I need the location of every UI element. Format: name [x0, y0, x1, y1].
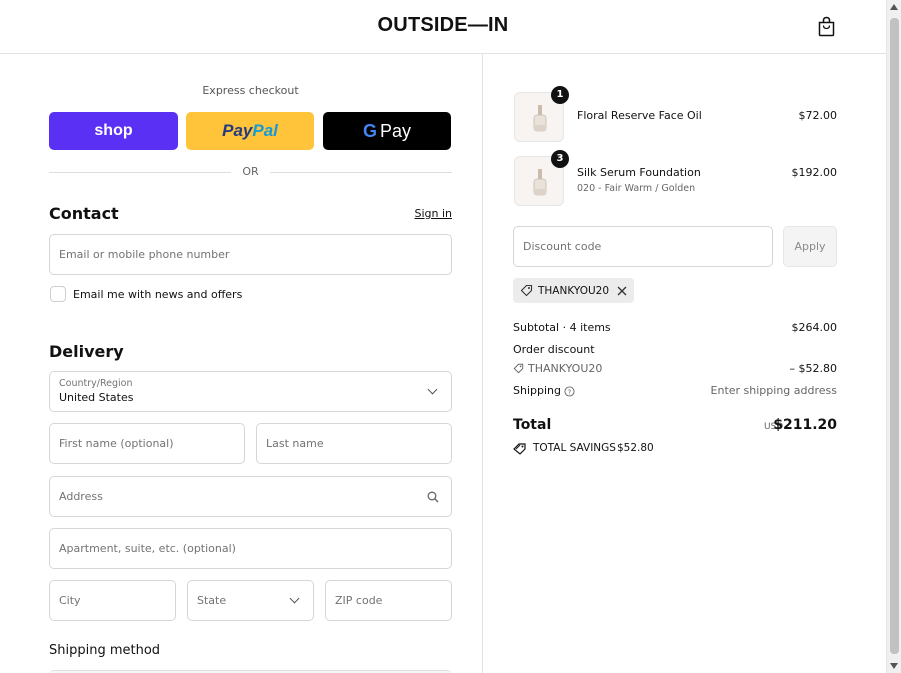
- scrollbar-thumb[interactable]: [890, 18, 899, 654]
- or-line-right: [270, 172, 452, 173]
- total-label: Total: [513, 417, 552, 433]
- delivery-heading: Delivery: [49, 342, 124, 361]
- apartment-placeholder: Apartment, suite, etc. (optional): [59, 542, 236, 555]
- address-placeholder: Address: [59, 490, 103, 503]
- savings-tag-icon: [513, 443, 526, 455]
- or-divider: OR: [49, 164, 452, 178]
- shipping-method-heading: Shipping method: [49, 643, 161, 658]
- zip-field[interactable]: ZIP code: [325, 580, 452, 621]
- applied-discount-code: THANKYOU20: [538, 284, 610, 297]
- discount-value: – $52.80: [789, 362, 838, 375]
- product-price: $192.00: [791, 166, 838, 179]
- applied-discount-chip: THANKYOU20: [513, 278, 635, 303]
- total-savings-label: TOTAL SAVINGS: [533, 442, 616, 454]
- tag-icon: [520, 284, 533, 297]
- discount-code-label: THANKYOU20: [528, 362, 603, 375]
- order-discount-label: Order discount: [513, 343, 595, 356]
- discount-placeholder: Discount code: [523, 240, 602, 253]
- google-pay-label: Pay: [379, 120, 412, 141]
- store-logo[interactable]: OUTSIDE—IN: [0, 14, 886, 37]
- scroll-down-arrow-icon[interactable]: [890, 663, 898, 669]
- page-scrollbar[interactable]: [886, 0, 901, 673]
- email-placeholder: Email or mobile phone number: [59, 248, 230, 261]
- email-field[interactable]: Email or mobile phone number: [49, 234, 452, 275]
- column-divider: [482, 54, 483, 673]
- close-icon[interactable]: [617, 286, 627, 296]
- shipping-label: Shipping: [513, 384, 561, 397]
- header: OUTSIDE—IN: [0, 0, 886, 54]
- last-name-field[interactable]: Last name: [256, 423, 452, 464]
- shopping-bag-icon[interactable]: [817, 16, 836, 37]
- subtotal-label: Subtotal · 4 items: [513, 321, 611, 334]
- first-name-placeholder: First name (optional): [59, 437, 174, 450]
- shipping-value: Enter shipping address: [710, 384, 837, 397]
- sign-in-link[interactable]: Sign in: [414, 207, 452, 220]
- google-pay-button[interactable]: G Pay: [323, 112, 451, 150]
- product-price: $72.00: [798, 109, 838, 122]
- chevron-down-icon: [289, 593, 300, 604]
- state-placeholder: State: [197, 594, 227, 607]
- apartment-field[interactable]: Apartment, suite, etc. (optional): [49, 528, 452, 569]
- country-value: United States: [59, 391, 134, 404]
- svg-text:?: ?: [568, 388, 572, 396]
- quantity-badge: 1: [551, 86, 569, 104]
- address-field[interactable]: Address: [49, 476, 452, 517]
- paypal-button[interactable]: Pay Pal: [186, 112, 314, 150]
- express-checkout-title: Express checkout: [202, 84, 299, 97]
- city-field[interactable]: City: [49, 580, 176, 621]
- apply-discount-button[interactable]: Apply: [783, 226, 837, 267]
- paypal-label-1: Pay: [222, 121, 253, 140]
- state-select[interactable]: State: [187, 580, 314, 621]
- city-placeholder: City: [59, 594, 81, 607]
- shop-pay-button[interactable]: shop: [49, 112, 178, 150]
- product-variant: 020 - Fair Warm / Golden: [577, 183, 696, 194]
- product-name: Floral Reserve Face Oil: [577, 109, 702, 122]
- discount-code-field[interactable]: Discount code: [513, 226, 773, 267]
- search-icon: [427, 491, 439, 503]
- product-name: Silk Serum Foundation: [577, 166, 701, 179]
- chevron-down-icon: [427, 384, 438, 395]
- country-label: Country/Region: [59, 378, 133, 389]
- scroll-up-arrow-icon[interactable]: [890, 4, 898, 10]
- country-select[interactable]: Country/Region United States: [49, 371, 452, 412]
- tag-icon: [513, 363, 524, 374]
- contact-heading: Contact: [49, 204, 119, 223]
- total-value: $211.20: [773, 417, 837, 433]
- newsletter-label: Email me with news and offers: [73, 288, 243, 301]
- last-name-placeholder: Last name: [266, 437, 324, 450]
- shop-pay-label: shop: [94, 122, 133, 139]
- google-g-icon: G: [362, 120, 377, 141]
- paypal-label-2: Pal: [252, 121, 278, 140]
- zip-placeholder: ZIP code: [335, 594, 383, 607]
- quantity-badge: 3: [551, 150, 569, 168]
- help-icon[interactable]: ?: [564, 386, 575, 397]
- first-name-field[interactable]: First name (optional): [49, 423, 245, 464]
- total-savings-value: $52.80: [617, 442, 654, 454]
- newsletter-checkbox[interactable]: [50, 286, 66, 302]
- subtotal-value: $264.00: [791, 321, 838, 334]
